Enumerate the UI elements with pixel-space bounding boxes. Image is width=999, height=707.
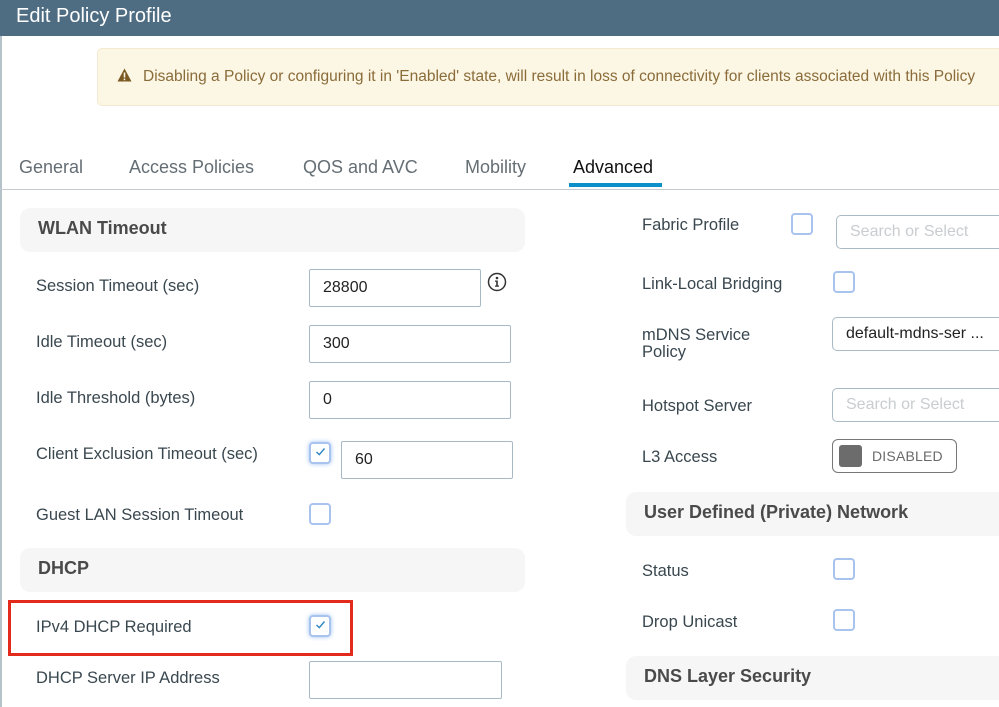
toggle-knob <box>839 445 862 467</box>
tab-general[interactable]: General <box>19 157 83 178</box>
link-local-bridging-checkbox[interactable] <box>833 271 855 293</box>
client-exclusion-timeout-input[interactable]: 60 <box>341 441 513 479</box>
dhcp-server-ip-label: DHCP Server IP Address <box>36 669 220 687</box>
tab-advanced[interactable]: Advanced <box>573 157 653 178</box>
title-bar: Edit Policy Profile <box>0 0 999 36</box>
l3-access-label: L3 Access <box>642 448 718 466</box>
dhcp-server-ip-input[interactable] <box>309 661 502 699</box>
mdns-service-policy-select[interactable]: default-mdns-ser ... <box>832 317 999 351</box>
l3-access-toggle[interactable]: DISABLED <box>832 439 957 473</box>
guest-lan-session-timeout-label: Guest LAN Session Timeout <box>36 506 244 524</box>
drop-unicast-label: Drop Unicast <box>642 613 738 631</box>
checkmark-icon <box>316 448 326 456</box>
checkmark-icon <box>316 621 326 629</box>
section-wlan-timeout: WLAN Timeout <box>20 208 525 252</box>
session-timeout-input[interactable]: 28800 <box>309 269 481 307</box>
window-title: Edit Policy Profile <box>16 5 172 27</box>
idle-timeout-label: Idle Timeout (sec) <box>36 333 168 351</box>
tab-mobility[interactable]: Mobility <box>465 157 526 178</box>
section-dns-layer-security: DNS Layer Security <box>626 656 999 700</box>
udn-status-checkbox[interactable] <box>833 558 855 580</box>
ipv4-dhcp-required-checkbox[interactable] <box>309 615 331 637</box>
client-exclusion-checkbox[interactable] <box>309 442 331 464</box>
link-local-bridging-label: Link-Local Bridging <box>642 275 783 293</box>
mdns-service-policy-value: default-mdns-ser ... <box>846 325 984 342</box>
udn-status-label: Status <box>642 562 689 580</box>
section-dhcp: DHCP <box>20 548 525 592</box>
active-tab-indicator <box>569 183 662 187</box>
tab-bar: General Access Policies QOS and AVC Mobi… <box>0 150 999 190</box>
section-title: DHCP <box>38 558 90 578</box>
fabric-profile-select[interactable]: Search or Select <box>836 215 999 249</box>
fabric-profile-label: Fabric Profile <box>642 216 740 234</box>
mdns-service-policy-label-line1: mDNS Service <box>642 326 751 344</box>
warning-alert: Disabling a Policy or configuring it in … <box>97 48 999 106</box>
client-exclusion-timeout-label: Client Exclusion Timeout (sec) <box>36 445 258 463</box>
tab-access-policies[interactable]: Access Policies <box>129 157 254 178</box>
fabric-profile-placeholder: Search or Select <box>850 223 969 240</box>
toggle-state-label: DISABLED <box>872 448 943 464</box>
alert-message: Disabling a Policy or configuring it in … <box>143 68 976 85</box>
section-user-defined-network: User Defined (Private) Network <box>626 492 999 536</box>
guest-lan-session-timeout-checkbox[interactable] <box>309 503 331 525</box>
section-title: WLAN Timeout <box>38 218 167 238</box>
section-title: User Defined (Private) Network <box>644 502 909 522</box>
hotspot-server-label: Hotspot Server <box>642 397 753 415</box>
drop-unicast-checkbox[interactable] <box>833 609 855 631</box>
tab-qos-and-avc[interactable]: QOS and AVC <box>303 157 418 178</box>
hotspot-server-placeholder: Search or Select <box>846 396 965 413</box>
left-border <box>0 36 2 707</box>
warning-triangle-icon <box>117 68 132 82</box>
session-timeout-label: Session Timeout (sec) <box>36 277 200 295</box>
info-icon[interactable] <box>487 272 507 292</box>
idle-timeout-input[interactable]: 300 <box>309 325 511 363</box>
idle-threshold-input[interactable]: 0 <box>309 381 511 419</box>
fabric-profile-checkbox[interactable] <box>791 213 813 235</box>
hotspot-server-select[interactable]: Search or Select <box>832 388 999 422</box>
ipv4-dhcp-required-label: IPv4 DHCP Required <box>36 618 192 636</box>
mdns-service-policy-label-line2: Policy <box>642 343 687 361</box>
section-title: DNS Layer Security <box>644 666 812 686</box>
idle-threshold-label: Idle Threshold (bytes) <box>36 389 196 407</box>
